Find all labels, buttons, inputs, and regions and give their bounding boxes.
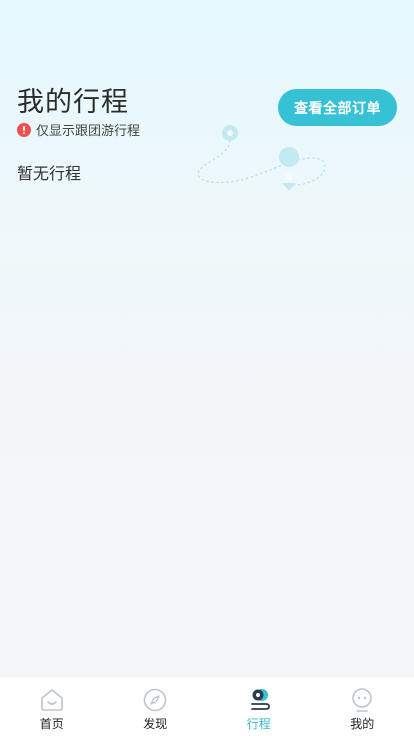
tab-label: 首页 [39,717,64,731]
route-icon [250,689,270,710]
tab-label: 行程 [246,717,271,731]
route-illustration [197,125,326,191]
profile-icon [352,688,373,712]
home-icon [40,689,63,711]
page-title: 我的行程 [17,87,129,118]
tab-home[interactable]: 首页 [0,677,104,736]
bottom-tab-bar: 首页 发现 行程 我的 [0,676,414,736]
empty-state-text: 暂无行程 [17,164,82,183]
notice: 仅显示跟团游行程 [17,120,140,139]
tab-trips[interactable]: 行程 [207,677,311,736]
notice-text: 仅显示跟团游行程 [36,124,141,139]
compass-icon [143,688,167,712]
alert-icon [17,122,31,137]
tab-discover[interactable]: 发现 [104,677,208,736]
tab-profile[interactable]: 我的 [311,677,414,736]
tab-label: 发现 [143,717,168,731]
view-all-orders-button[interactable]: 查看全部订单 [278,89,397,126]
tab-label: 我的 [350,717,375,731]
